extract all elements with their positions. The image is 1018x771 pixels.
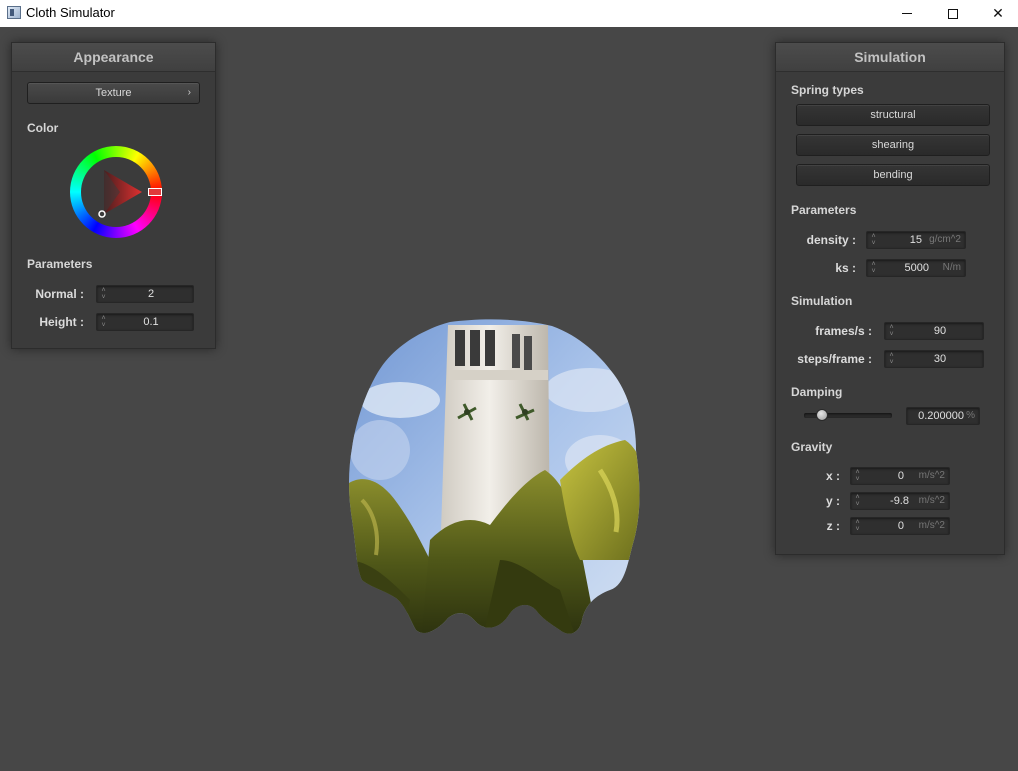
appearance-panel: Appearance Texture › Color Parameters No… xyxy=(11,42,216,349)
spinner-icon[interactable]: ˄ ˅ xyxy=(100,315,107,329)
gravity-y-label: y : xyxy=(825,494,840,508)
damping-input[interactable]: 0.200000 % xyxy=(906,407,980,425)
gravity-y-unit: m/s^2 xyxy=(918,495,945,506)
structural-toggle-button[interactable]: structural xyxy=(796,104,990,126)
height-label: Height : xyxy=(39,315,84,329)
gravity-z-input[interactable]: ˄ ˅ 0 m/s^2 xyxy=(850,517,950,535)
simulation-section-label: Simulation xyxy=(791,294,853,308)
chevron-right-icon: › xyxy=(187,87,191,98)
density-value: 15 xyxy=(909,234,922,246)
shader-select-label: Texture xyxy=(95,87,132,99)
spinner-icon[interactable]: ˄ ˅ xyxy=(888,324,895,338)
spinner-icon[interactable]: ˄ ˅ xyxy=(854,494,861,508)
close-button[interactable]: ✕ xyxy=(975,0,1018,27)
normal-label: Normal : xyxy=(35,287,84,301)
spinner-icon[interactable]: ˄ ˅ xyxy=(870,233,877,247)
spinner-icon[interactable]: ˄ ˅ xyxy=(100,287,107,301)
ks-input[interactable]: ˄ ˅ 5000 N/m xyxy=(866,259,966,277)
spinner-icon[interactable]: ˄ ˅ xyxy=(888,352,895,366)
ks-value: 5000 xyxy=(904,262,929,274)
color-wheel[interactable] xyxy=(70,146,162,238)
spinner-icon[interactable]: ˄ ˅ xyxy=(854,469,861,483)
title-bar: Cloth Simulator ✕ xyxy=(0,0,1018,27)
appearance-panel-title: Appearance xyxy=(12,43,215,72)
normal-input[interactable]: ˄ ˅ 2 xyxy=(96,285,194,303)
color-section-label: Color xyxy=(27,121,59,135)
shader-select-button[interactable]: Texture › xyxy=(27,82,200,104)
gravity-z-value: 0 xyxy=(897,520,904,532)
maximize-icon xyxy=(948,8,958,19)
minimize-icon xyxy=(902,13,912,14)
density-input[interactable]: ˄ ˅ 15 g/cm^2 xyxy=(866,231,966,249)
height-value: 0.1 xyxy=(143,316,159,328)
close-icon: ✕ xyxy=(992,5,1004,21)
gravity-y-value: -9.8 xyxy=(890,495,909,507)
steps-input[interactable]: ˄ ˅ 30 xyxy=(884,350,984,368)
damping-slider-handle[interactable] xyxy=(815,409,828,421)
gravity-x-value: 0 xyxy=(897,470,904,482)
gravity-x-label: x : xyxy=(825,469,840,483)
gravity-y-input[interactable]: ˄ ˅ -9.8 m/s^2 xyxy=(850,492,950,510)
gravity-z-label: z : xyxy=(826,519,840,533)
damping-label: Damping xyxy=(791,385,843,399)
app-icon xyxy=(7,6,21,19)
maximize-button[interactable] xyxy=(930,0,976,27)
density-label: density : xyxy=(806,233,856,247)
gravity-x-input[interactable]: ˄ ˅ 0 m/s^2 xyxy=(850,467,950,485)
spinner-icon[interactable]: ˄ ˅ xyxy=(870,261,877,275)
ks-label: ks : xyxy=(835,261,856,275)
gravity-label: Gravity xyxy=(791,440,833,454)
window-title: Cloth Simulator xyxy=(26,5,115,20)
height-input[interactable]: ˄ ˅ 0.1 xyxy=(96,313,194,331)
ks-unit: N/m xyxy=(942,262,961,273)
damping-value: 0.200000 xyxy=(918,410,964,422)
gravity-x-unit: m/s^2 xyxy=(918,470,945,481)
fps-label: frames/s : xyxy=(815,324,872,338)
fps-value: 90 xyxy=(933,325,947,337)
normal-value: 2 xyxy=(147,288,155,300)
bending-toggle-button[interactable]: bending xyxy=(796,164,990,186)
steps-value: 30 xyxy=(933,353,947,365)
steps-label: steps/frame : xyxy=(797,352,872,366)
shearing-toggle-button[interactable]: shearing xyxy=(796,134,990,156)
simulation-panel: Simulation Spring types structural shear… xyxy=(775,42,1005,555)
gravity-z-unit: m/s^2 xyxy=(918,520,945,531)
fps-input[interactable]: ˄ ˅ 90 xyxy=(884,322,984,340)
damping-unit: % xyxy=(966,410,975,421)
minimize-button[interactable] xyxy=(884,0,930,27)
spring-types-label: Spring types xyxy=(791,83,864,97)
spinner-icon[interactable]: ˄ ˅ xyxy=(854,519,861,533)
density-unit: g/cm^2 xyxy=(929,234,961,245)
simulation-panel-title: Simulation xyxy=(776,43,1004,72)
appearance-parameters-label: Parameters xyxy=(27,257,93,271)
color-selector-icon xyxy=(98,210,106,218)
simulation-parameters-label: Parameters xyxy=(791,203,857,217)
hue-marker[interactable] xyxy=(148,188,162,196)
